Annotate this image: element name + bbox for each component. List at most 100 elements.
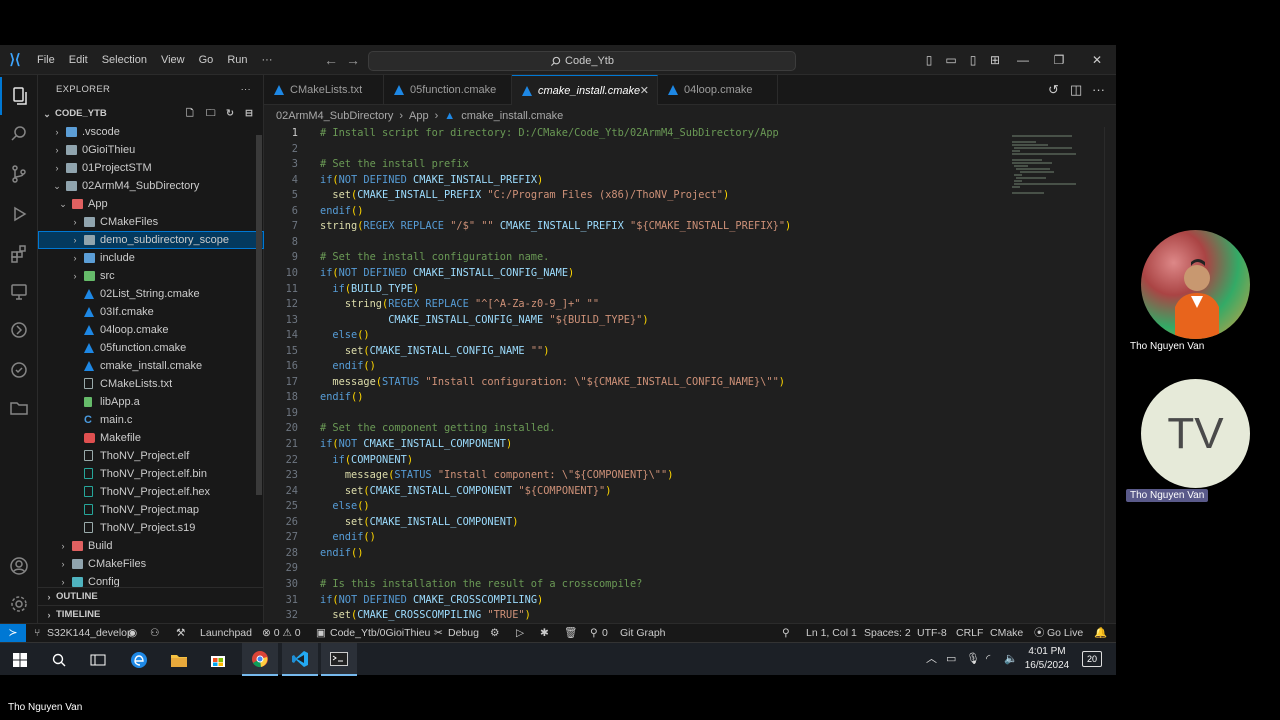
code-line[interactable]: set(CMAKE_INSTALL_COMPONENT) — [320, 516, 519, 528]
trash-icon[interactable]: 🗑 — [564, 624, 577, 642]
tree-item[interactable]: › 0GioiThieu — [38, 141, 264, 159]
code-line[interactable]: # Set the component getting installed. — [320, 422, 556, 434]
windows-start-icon[interactable] — [2, 643, 38, 676]
code-line[interactable]: else() — [320, 500, 369, 512]
code-line[interactable]: string(REGEX REPLACE "/$" "" CMAKE_INSTA… — [320, 220, 791, 232]
live-share-icon[interactable]: ⚇ — [150, 624, 159, 642]
code-line[interactable]: if(COMPONENT) — [320, 454, 413, 466]
toggle-sidebar-icon[interactable]: ▯ — [918, 45, 940, 75]
toggle-secondary-sidebar-icon[interactable]: ▯ — [962, 45, 984, 75]
testing-icon[interactable] — [0, 351, 38, 389]
menu-edit[interactable]: Edit — [62, 45, 95, 75]
new-folder-icon[interactable]: 🗀 — [206, 105, 216, 123]
taskbar-search-icon[interactable] — [41, 643, 77, 676]
restore-icon[interactable]: ❐ — [1048, 45, 1070, 75]
code-line[interactable]: set(CMAKE_INSTALL_COMPONENT "${COMPONENT… — [320, 485, 612, 497]
run-debug-icon[interactable] — [0, 195, 38, 233]
menu-more[interactable]: ··· — [255, 45, 280, 75]
file-explorer-icon[interactable] — [161, 643, 197, 676]
tree-item[interactable]: 05function.cmake — [38, 339, 264, 357]
tree-item[interactable]: › demo_subdirectory_scope — [38, 231, 264, 249]
tree-item[interactable]: › include — [38, 249, 264, 267]
code-line[interactable]: # Is this installation the result of a c… — [320, 578, 642, 590]
task-view-icon[interactable] — [80, 643, 116, 676]
menu-run[interactable]: Run — [220, 45, 254, 75]
code-line[interactable]: if(NOT DEFINED CMAKE_CROSSCOMPILING) — [320, 594, 543, 606]
code-line[interactable]: if(NOT DEFINED CMAKE_INSTALL_PREFIX) — [320, 174, 543, 186]
tree-item[interactable]: Makefile — [38, 429, 264, 447]
tree-item[interactable]: CMakeLists.txt — [38, 375, 264, 393]
status-folder[interactable]: Code_Ytb/0GioiThieu — [330, 624, 430, 642]
status-launchpad[interactable]: Launchpad — [200, 624, 252, 642]
breadcrumb-item[interactable]: cmake_install.cmake — [461, 105, 563, 127]
status-indentation[interactable]: Spaces: 2 — [864, 624, 911, 642]
tree-item[interactable]: › CMakeFiles — [38, 555, 264, 573]
command-center-search[interactable]: Code_Ytb — [368, 51, 796, 71]
tree-item[interactable]: › .vscode — [38, 123, 264, 141]
collapse-all-icon[interactable]: ⊟ — [245, 105, 253, 123]
tree-item[interactable]: ⌄ 02ArmM4_SubDirectory — [38, 177, 264, 195]
tab-cmakelists[interactable]: CMakeLists.txt — [264, 75, 384, 105]
edge-browser-icon[interactable] — [121, 643, 157, 676]
terminal-icon[interactable] — [321, 643, 357, 676]
source-control-icon[interactable] — [0, 155, 38, 193]
breadcrumb-item[interactable]: App — [409, 105, 429, 127]
customize-layout-icon[interactable]: ⊞ — [984, 45, 1006, 75]
code-line[interactable]: endif() — [320, 531, 375, 543]
minimap[interactable] — [1012, 135, 1102, 205]
tree-item[interactable]: › 01ProjectSTM — [38, 159, 264, 177]
play-icon[interactable]: ▷ — [516, 624, 524, 642]
tree-item[interactable]: Cmain.c — [38, 411, 264, 429]
sync-icon[interactable]: ◉ — [128, 624, 137, 642]
code-line[interactable]: endif() — [320, 547, 363, 559]
pin-icon[interactable]: ⚲ — [782, 624, 790, 642]
taskbar-clock[interactable]: 4:01 PM 16/5/2024 — [1021, 645, 1073, 673]
tree-item[interactable]: 04loop.cmake — [38, 321, 264, 339]
tree-item[interactable]: › src — [38, 267, 264, 285]
wifi-icon[interactable]: ◜ — [986, 643, 990, 676]
menu-view[interactable]: View — [154, 45, 192, 75]
status-language[interactable]: CMake — [990, 624, 1023, 642]
code-line[interactable]: set(CMAKE_INSTALL_PREFIX "C:/Program Fil… — [320, 189, 729, 201]
menu-selection[interactable]: Selection — [95, 45, 154, 75]
status-git-graph[interactable]: Git Graph — [620, 624, 666, 642]
minimize-icon[interactable]: — — [1012, 45, 1034, 75]
menu-file[interactable]: File — [30, 45, 62, 75]
refresh-icon[interactable]: ↻ — [226, 105, 234, 123]
volume-icon[interactable]: 🔈 — [1004, 643, 1018, 676]
tree-item[interactable]: ⌄ App — [38, 195, 264, 213]
microphone-icon[interactable]: 🎙 — [966, 643, 980, 676]
tab-cmake-install[interactable]: cmake_install.cmake ✕ — [512, 75, 658, 105]
status-ports[interactable]: 0 — [602, 624, 608, 642]
code-line[interactable]: message(STATUS "Install configuration: \… — [320, 376, 785, 388]
tree-item[interactable]: › CMakeFiles — [38, 213, 264, 231]
bug-icon[interactable]: ✱ — [540, 624, 549, 642]
status-go-live[interactable]: Go Live — [1047, 624, 1083, 642]
remote-explorer-icon[interactable] — [0, 273, 38, 311]
code-line[interactable]: if(NOT DEFINED CMAKE_INSTALL_CONFIG_NAME… — [320, 267, 574, 279]
code-line[interactable]: # Set the install configuration name. — [320, 251, 549, 263]
code-line[interactable]: set(CMAKE_INSTALL_CONFIG_NAME "") — [320, 345, 550, 357]
timeline-section[interactable]: › TIMELINE — [38, 605, 264, 623]
status-encoding[interactable]: UTF-8 — [917, 624, 947, 642]
tab-05function[interactable]: 05function.cmake — [384, 75, 512, 105]
status-cursor-position[interactable]: Ln 1, Col 1 — [806, 624, 857, 642]
tree-item[interactable]: ThoNV_Project.s19 — [38, 519, 264, 537]
close-window-icon[interactable]: ✕ — [1086, 45, 1108, 75]
notifications-bell-icon[interactable]: 🔔 — [1094, 624, 1107, 642]
git-graph-icon[interactable] — [0, 311, 38, 349]
timeline-history-icon[interactable]: ↺ — [1048, 75, 1059, 105]
editor-scrollbar[interactable] — [1104, 127, 1116, 623]
chrome-browser-icon[interactable] — [242, 643, 278, 676]
code-line[interactable]: # Set the install prefix — [320, 158, 469, 170]
code-line[interactable]: CMAKE_INSTALL_CONFIG_NAME "${BUILD_TYPE}… — [320, 314, 648, 326]
status-eol[interactable]: CRLF — [956, 624, 983, 642]
tab-04loop[interactable]: 04loop.cmake — [658, 75, 778, 105]
code-line[interactable]: endif() — [320, 205, 363, 217]
code-line[interactable]: else() — [320, 329, 369, 341]
breadcrumb-item[interactable]: 02ArmM4_SubDirectory — [276, 105, 393, 127]
code-line[interactable]: endif() — [320, 360, 375, 372]
tree-item[interactable]: 03If.cmake — [38, 303, 264, 321]
tree-item[interactable]: 02List_String.cmake — [38, 285, 264, 303]
code-editor[interactable]: 1 # Install script for directory: D:/CMak… — [264, 127, 1116, 623]
